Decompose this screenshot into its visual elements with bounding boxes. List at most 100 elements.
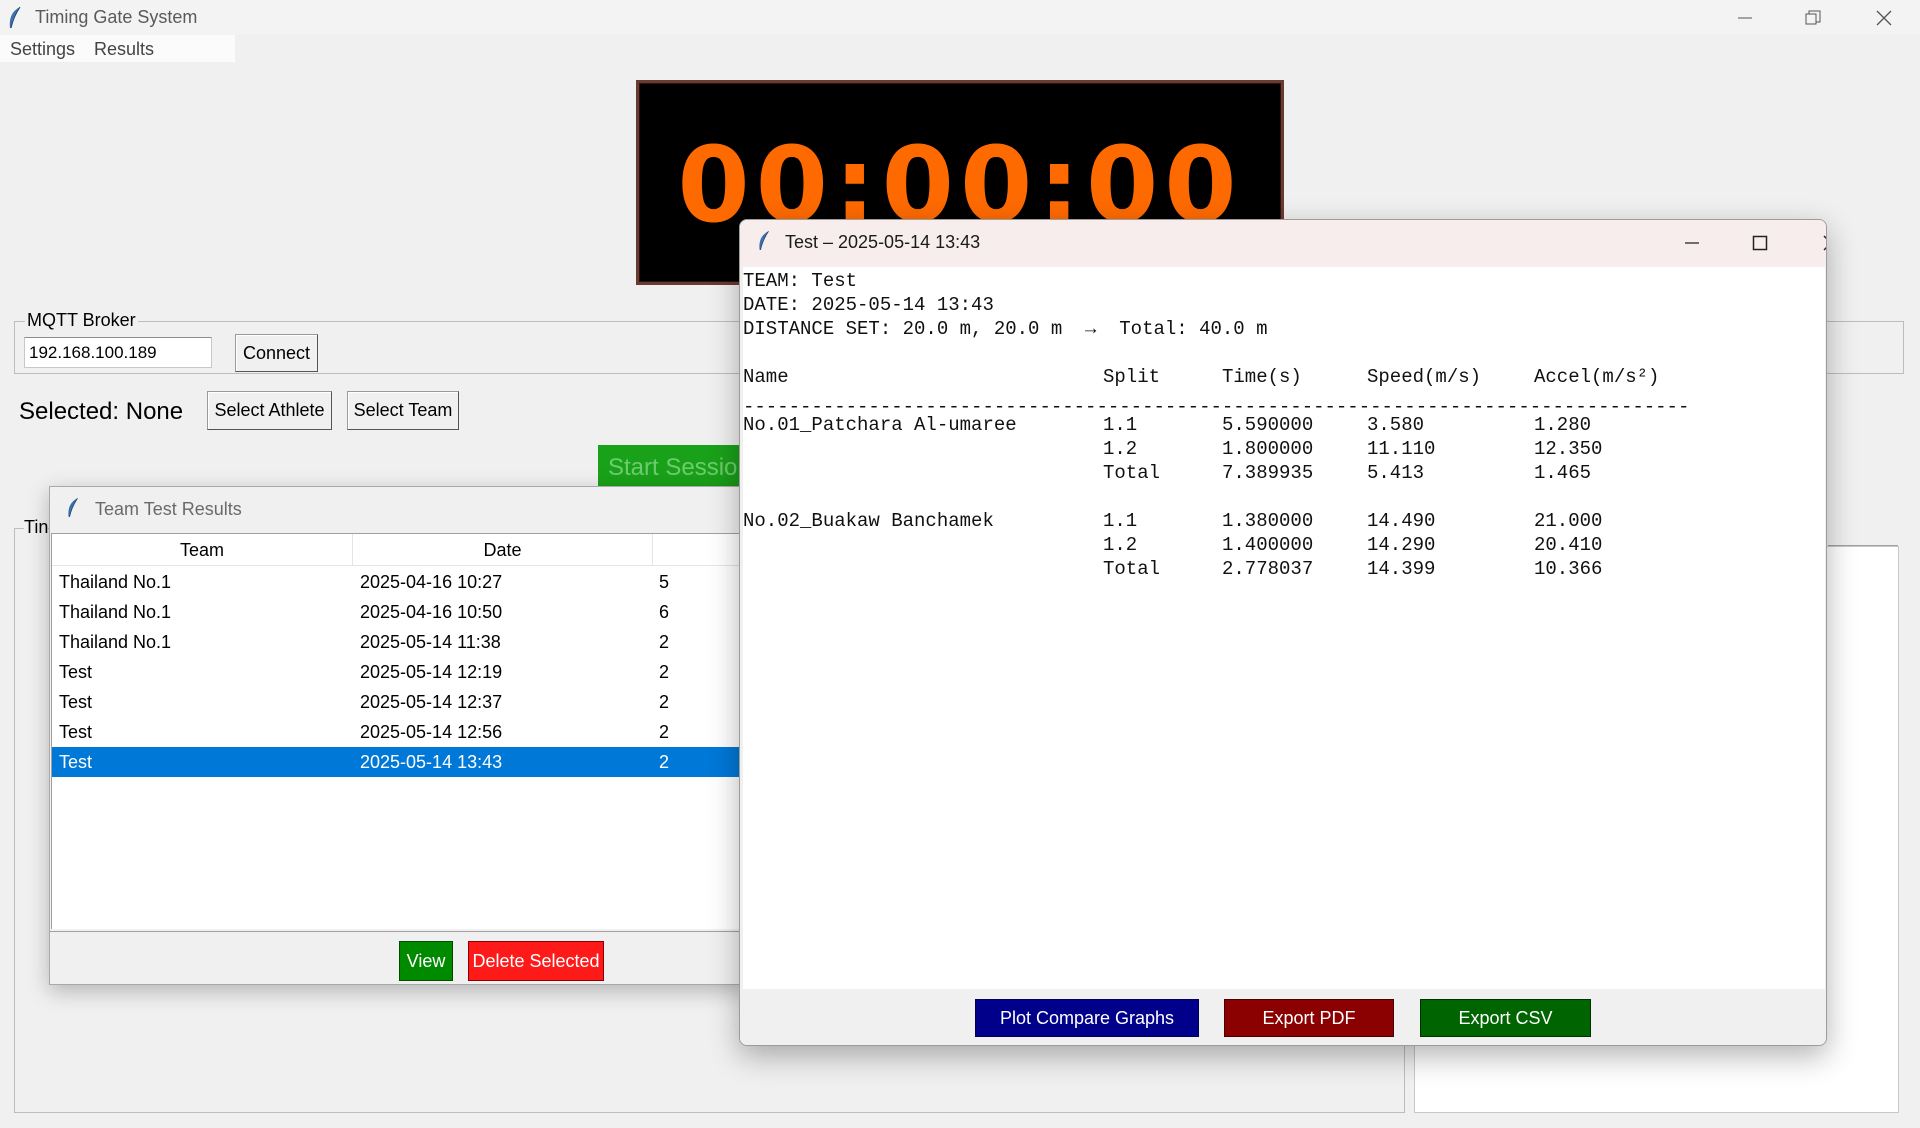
result-split: 1.2 — [1103, 438, 1138, 460]
cell-date: 2025-05-14 12:19 — [360, 662, 503, 682]
cell-count: 6 — [659, 602, 670, 622]
result-speed: 11.110 — [1367, 438, 1436, 460]
select-athlete-button[interactable]: Select Athlete — [207, 391, 332, 430]
results-text-area[interactable]: TEAM: Test DATE: 2025-05-14 13:43 DISTAN… — [743, 267, 1825, 989]
cell-team: Thailand No.1 — [59, 602, 172, 622]
window-title: Timing Gate System — [35, 7, 198, 27]
connect-button[interactable]: Connect — [235, 334, 318, 372]
result-speed: 3.580 — [1367, 414, 1425, 436]
table-row[interactable]: Thailand No.1 2025-05-14 11:38 2 — [52, 627, 791, 657]
menubar — [0, 35, 1920, 62]
distance-line: DISTANCE SET: 20.0 m, 20.0 m → Total: 40… — [743, 318, 1268, 340]
result-time: 1.380000 — [1222, 510, 1314, 532]
minimize-icon — [1738, 17, 1752, 18]
cell-date: 2025-05-14 12:56 — [360, 722, 503, 742]
detail-close-button[interactable] — [1796, 220, 1826, 266]
column-header-date[interactable]: Date — [353, 534, 653, 566]
broker-ip-input[interactable] — [24, 337, 212, 368]
table-row[interactable]: Thailand No.1 2025-04-16 10:27 5 — [52, 567, 791, 597]
result-time: 7.389935 — [1222, 462, 1314, 484]
result-accel: 1.280 — [1534, 414, 1592, 436]
header-split: Split — [1103, 366, 1161, 388]
close-icon — [1823, 235, 1826, 251]
cell-count: 2 — [659, 722, 670, 742]
cell-team: Test — [59, 662, 93, 682]
result-accel: 20.410 — [1534, 534, 1603, 556]
team-results-title: Team Test Results — [95, 499, 242, 519]
table-row[interactable]: Thailand No.1 2025-04-16 10:50 6 — [52, 597, 791, 627]
menu-settings[interactable]: Settings — [10, 39, 75, 60]
start-session-button[interactable]: Start Session — [598, 445, 743, 487]
header-name: Name — [743, 366, 789, 388]
table-row[interactable]: Test 2025-05-14 12:19 2 — [52, 657, 791, 687]
result-speed: 14.290 — [1367, 534, 1436, 556]
cell-count: 2 — [659, 692, 670, 712]
result-time: 5.590000 — [1222, 414, 1314, 436]
cell-count: 2 — [659, 662, 670, 682]
date-line: DATE: 2025-05-14 13:43 — [743, 294, 994, 316]
result-split: 1.2 — [1103, 534, 1138, 556]
cell-team: Test — [59, 752, 93, 772]
cell-team: Thailand No.1 — [59, 632, 172, 652]
cell-date: 2025-05-14 12:37 — [360, 692, 503, 712]
result-time: 1.800000 — [1222, 438, 1314, 460]
export-csv-button[interactable]: Export CSV — [1420, 999, 1591, 1037]
result-split: 1.1 — [1103, 510, 1138, 532]
maximize-icon — [1752, 235, 1768, 251]
test-detail-titlebar[interactable]: Test – 2025-05-14 13:43 — [740, 220, 1826, 266]
detail-maximize-button[interactable] — [1725, 220, 1795, 266]
minimize-button[interactable] — [1710, 0, 1780, 35]
close-button[interactable] — [1849, 0, 1919, 35]
result-time: 1.400000 — [1222, 534, 1314, 556]
header-speed: Speed(m/s) — [1367, 366, 1482, 388]
plot-compare-graphs-button[interactable]: Plot Compare Graphs — [975, 999, 1199, 1037]
table-row[interactable]: Test 2025-05-14 13:43 2 — [52, 747, 791, 777]
test-detail-title: Test – 2025-05-14 13:43 — [785, 232, 981, 252]
cell-date: 2025-04-16 10:50 — [360, 602, 503, 622]
table-row[interactable]: Test 2025-05-14 12:56 2 — [52, 717, 791, 747]
team-results-titlebar[interactable]: Team Test Results — [50, 487, 748, 532]
feather-icon — [6, 6, 24, 30]
menu-results[interactable]: Results — [94, 39, 154, 60]
header-accel: Accel(m/s²) — [1534, 366, 1660, 388]
result-accel: 21.000 — [1534, 510, 1603, 532]
export-pdf-button[interactable]: Export PDF — [1224, 999, 1394, 1037]
result-time: 2.778037 — [1222, 558, 1314, 580]
detail-minimize-button[interactable] — [1657, 220, 1727, 266]
view-button[interactable]: View — [399, 941, 453, 981]
tree-header: Team Date — [52, 534, 791, 566]
team-line: TEAM: Test — [743, 270, 858, 292]
athlete-name: No.01_Patchara Al-umaree — [743, 414, 1017, 436]
team-results-window: Team Test Results Team Date Thailand No.… — [49, 486, 791, 985]
minimize-icon — [1685, 242, 1699, 244]
delete-selected-button[interactable]: Delete Selected — [468, 941, 604, 981]
select-team-button[interactable]: Select Team — [347, 391, 459, 430]
restore-button[interactable] — [1778, 0, 1848, 35]
result-accel: 10.366 — [1534, 558, 1603, 580]
result-speed: 14.490 — [1367, 510, 1436, 532]
cell-count: 5 — [659, 572, 670, 592]
selected-label: Selected: None — [19, 398, 184, 425]
feather-icon — [65, 497, 81, 524]
restore-icon — [1805, 10, 1821, 24]
results-treeview[interactable]: Team Date Thailand No.1 2025-04-16 10:27 5… — [51, 533, 791, 929]
feather-icon — [756, 230, 772, 257]
result-accel: 1.465 — [1534, 462, 1592, 484]
result-speed: 14.399 — [1367, 558, 1436, 580]
cell-team: Test — [59, 692, 93, 712]
result-split: Total — [1103, 462, 1161, 484]
athlete-name: No.02_Buakaw Banchamek — [743, 510, 994, 532]
cell-count: 2 — [659, 752, 670, 772]
cell-team: Thailand No.1 — [59, 572, 172, 592]
main-titlebar: Timing Gate System — [0, 0, 1920, 35]
cell-date: 2025-04-16 10:27 — [360, 572, 503, 592]
result-split: 1.1 — [1103, 414, 1138, 436]
table-row[interactable]: Test 2025-05-14 12:37 2 — [52, 687, 791, 717]
result-speed: 5.413 — [1367, 462, 1425, 484]
timing-legend: Tin — [24, 517, 49, 538]
column-header-team[interactable]: Team — [52, 534, 353, 566]
mqtt-legend: MQTT Broker — [25, 310, 138, 331]
result-split: Total — [1103, 558, 1161, 580]
header-time: Time(s) — [1222, 366, 1302, 388]
result-accel: 12.350 — [1534, 438, 1603, 460]
